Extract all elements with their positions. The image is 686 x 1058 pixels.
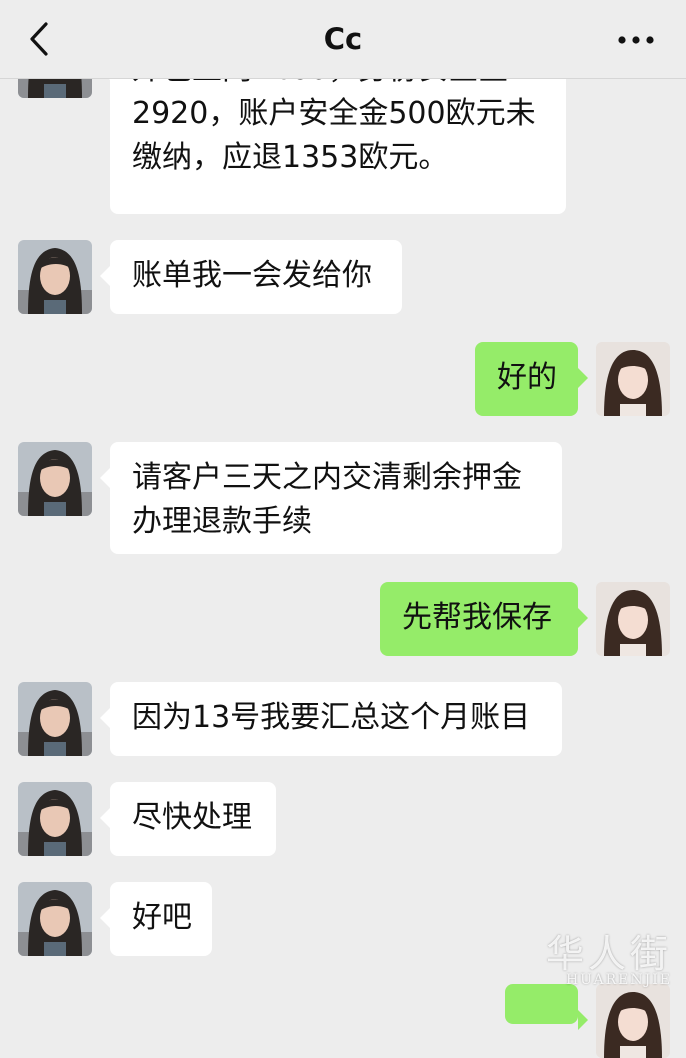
watermark-logo: 华人街 HUARENJIE [546, 923, 672, 988]
watermark-text-cn: 华人街 [545, 932, 672, 976]
message-bubble-incoming[interactable]: 好吧 [100, 882, 212, 956]
contact-avatar[interactable] [18, 240, 92, 314]
chat-title: Cc [323, 22, 363, 56]
message-text: 好吧 [132, 900, 192, 935]
message-text: 请客户三天之内交清剩余押金 [132, 460, 522, 495]
my-avatar[interactable] [596, 984, 670, 1058]
contact-avatar[interactable] [18, 682, 92, 756]
message-bubble-outgoing[interactable] [505, 984, 588, 1030]
contact-avatar[interactable] [18, 882, 92, 956]
more-dots-icon [618, 36, 654, 44]
my-avatar[interactable] [596, 342, 670, 416]
more-button[interactable] [614, 20, 658, 60]
message-bubble-incoming[interactable]: 因为13号我要汇总这个月账目 [100, 682, 562, 756]
my-avatar[interactable] [596, 582, 670, 656]
message-text: 因为13号我要汇总这个月账目 [132, 700, 531, 735]
contact-avatar[interactable] [18, 782, 92, 856]
message-bubble-incoming[interactable]: 尽快处理 [100, 782, 276, 856]
message-text: 账单我一会发给你 [132, 258, 372, 293]
message-text: 好的 [497, 360, 557, 395]
message-text: 办理退款手续 [132, 504, 312, 539]
message-text: 缴纳，应退1353欧元。 [132, 140, 449, 175]
message-bubble-outgoing[interactable]: 好的 [475, 342, 588, 416]
contact-avatar[interactable] [18, 442, 92, 516]
message-bubble-incoming[interactable]: 账单我一会发给你 [100, 240, 402, 314]
message-text: 尽快处理 [132, 800, 252, 835]
message-text: 2920，账户安全金500欧元未 [132, 96, 536, 131]
chat-header: Cc [0, 0, 686, 79]
message-bubble-incoming[interactable]: 请客户三天之内交清剩余押金 办理退款手续 [100, 442, 562, 554]
message-bubble-outgoing[interactable]: 先帮我保存 [380, 582, 588, 656]
message-text: 先帮我保存 [402, 600, 552, 635]
chat-area[interactable]: 外包上门1460，身份安全金 2920，账户安全金500欧元未 缴纳，应退135… [0, 0, 686, 1000]
